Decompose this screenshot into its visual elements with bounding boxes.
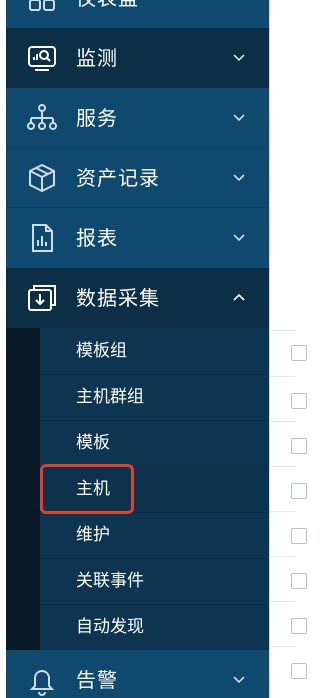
row-checkbox[interactable] (291, 663, 307, 679)
bell-icon (26, 664, 58, 696)
menu-label: 报表 (76, 226, 118, 250)
menu-label: 监测 (76, 46, 118, 70)
submenu-label: 维护 (76, 525, 110, 545)
box-icon (26, 162, 58, 194)
table-divider (270, 646, 296, 647)
menu-services[interactable]: 服务 (6, 88, 269, 148)
row-checkbox[interactable] (291, 528, 307, 544)
submenu-label: 自动发现 (76, 617, 144, 637)
table-divider (270, 330, 296, 331)
row-checkbox[interactable] (291, 483, 307, 499)
menu-label: 服务 (76, 106, 118, 130)
table-divider (270, 466, 296, 467)
chevron-down-icon (232, 232, 246, 244)
table-divider (270, 376, 296, 377)
sidebar: 仪表盘 监测 服务 资产记录 (0, 0, 269, 698)
table-divider (270, 556, 296, 557)
row-checkbox[interactable] (291, 618, 307, 634)
focus-highlight (40, 464, 134, 514)
menu-label: 资产记录 (76, 166, 160, 190)
submenu-item-maintenance[interactable]: 维护 (40, 512, 269, 559)
menu-reports[interactable]: 报表 (6, 208, 269, 268)
menu-label: 告警 (76, 668, 118, 692)
menu-asset-records[interactable]: 资产记录 (6, 148, 269, 208)
menu-monitoring[interactable]: 监测 (6, 28, 269, 88)
table-divider (270, 421, 296, 422)
submenu-item-template-groups[interactable]: 模板组 (40, 328, 269, 375)
menu-label: 数据采集 (76, 286, 160, 310)
table-divider (270, 601, 296, 602)
row-checkbox[interactable] (291, 438, 307, 454)
menu-data-collection[interactable]: 数据采集 (6, 268, 269, 328)
monitor-icon (26, 42, 58, 74)
chevron-down-icon (232, 172, 246, 184)
chevron-up-icon (232, 292, 246, 304)
dashboard-icon (26, 0, 58, 14)
report-icon (26, 222, 58, 254)
menu-dashboard[interactable]: 仪表盘 (6, 0, 269, 28)
chevron-down-icon (232, 112, 246, 124)
chevron-down-icon (232, 52, 246, 64)
menu-alerts[interactable]: 告警 (6, 650, 269, 698)
table-divider (270, 511, 296, 512)
submenu-label: 主机群组 (76, 387, 144, 407)
submenu-item-templates[interactable]: 模板 (40, 420, 269, 467)
row-checkbox[interactable] (291, 345, 307, 361)
row-checkbox[interactable] (291, 573, 307, 589)
download-icon (26, 282, 58, 314)
submenu-label: 关联事件 (76, 571, 144, 591)
menu-label: 仪表盘 (76, 0, 139, 28)
row-checkbox[interactable] (291, 393, 307, 409)
submenu-item-event-correlation[interactable]: 关联事件 (40, 558, 269, 605)
hierarchy-icon (26, 102, 58, 134)
submenu-item-host-groups[interactable]: 主机群组 (40, 374, 269, 421)
submenu-label: 模板组 (76, 341, 127, 361)
submenu-item-discovery[interactable]: 自动发现 (40, 604, 269, 651)
chevron-down-icon (232, 674, 246, 686)
content-edge (269, 0, 307, 698)
submenu-label: 模板 (76, 433, 110, 453)
